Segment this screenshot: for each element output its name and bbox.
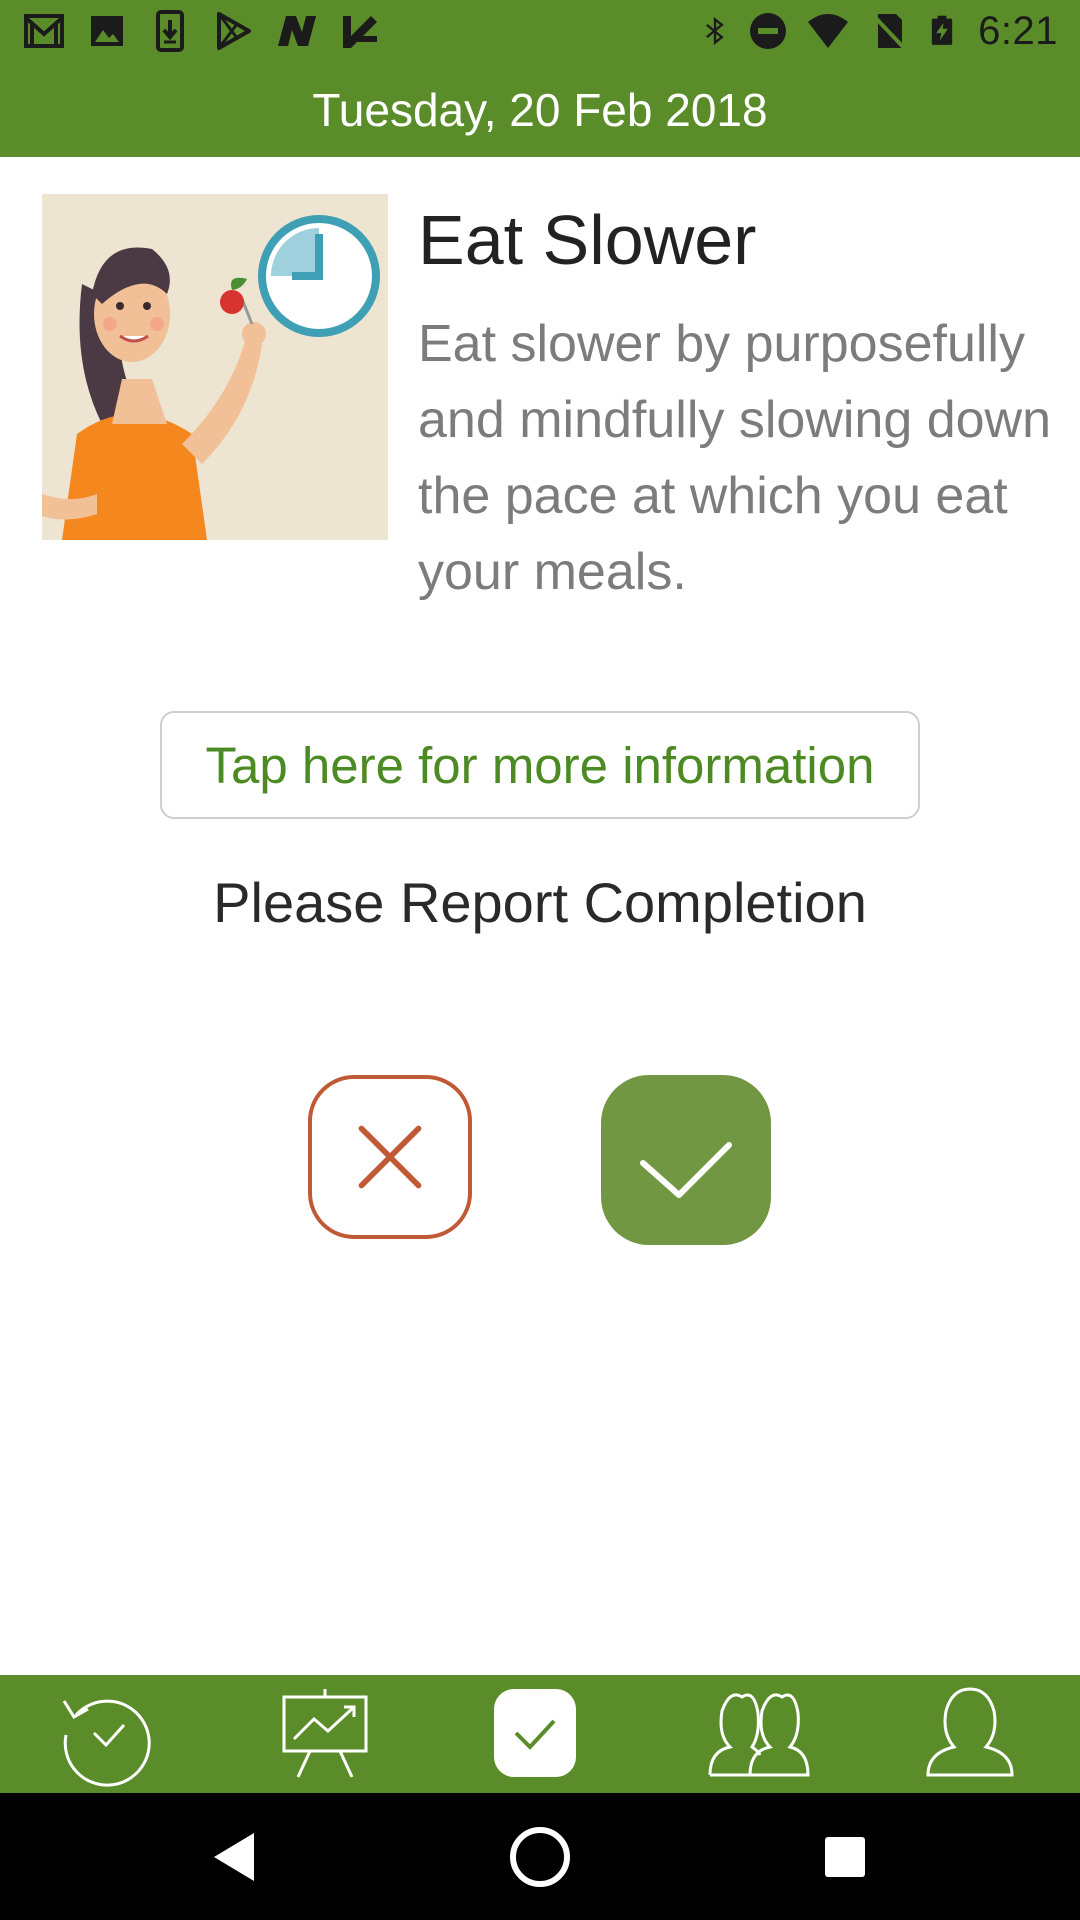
recents-icon [825, 1837, 865, 1877]
notification-icons [22, 8, 381, 54]
back-button[interactable] [200, 1793, 270, 1920]
nav-progress[interactable] [270, 1675, 380, 1793]
home-icon [510, 1827, 570, 1887]
profile-icon [926, 1687, 1014, 1777]
history-icon [62, 1699, 151, 1787]
progress-chart-icon [282, 1689, 368, 1778]
x-icon [358, 1125, 422, 1189]
woman-eating-with-clock-illustration [42, 194, 388, 540]
recents-button[interactable] [810, 1793, 880, 1920]
bottom-navigation [0, 1675, 1080, 1793]
clock: 6:21 [978, 8, 1058, 53]
nav-profile[interactable] [920, 1675, 1020, 1793]
battery-charging-icon [931, 15, 953, 45]
no-sim-icon [868, 10, 908, 52]
system-navigation-bar [0, 1793, 1080, 1920]
habit-title: Eat Slower [418, 201, 757, 279]
more-info-button[interactable]: Tap here for more information [160, 711, 920, 819]
habit-description: Eat slower by purposefully and mindfully… [418, 315, 1052, 601]
n-app-icon [278, 16, 316, 46]
wifi-icon [808, 14, 849, 48]
report-prompt: Please Report Completion [213, 871, 867, 934]
photos-icon [91, 16, 123, 46]
do-not-disturb-icon [750, 13, 787, 49]
date-header: Tuesday, 20 Feb 2018 [0, 63, 1080, 157]
download-icon [156, 10, 184, 52]
back-icon [214, 1833, 254, 1881]
illustration-art [42, 215, 380, 540]
daily-check-icon [494, 1689, 576, 1777]
gmail-icon [24, 14, 64, 48]
not-completed-button[interactable] [308, 1075, 472, 1239]
status-bar: 6:21 [0, 0, 1080, 63]
checkmark-icon [640, 1142, 732, 1198]
nav-history[interactable] [50, 1675, 166, 1793]
nav-community[interactable] [700, 1675, 810, 1793]
nav-daily-check[interactable] [490, 1675, 580, 1793]
check-app-icon [343, 16, 377, 48]
bluetooth-icon [706, 16, 724, 46]
community-icon [708, 1693, 810, 1777]
completed-button[interactable] [601, 1075, 771, 1245]
home-button[interactable] [505, 1793, 575, 1920]
system-status-icons: 6:21 [700, 8, 1058, 54]
play-store-icon [217, 12, 251, 50]
